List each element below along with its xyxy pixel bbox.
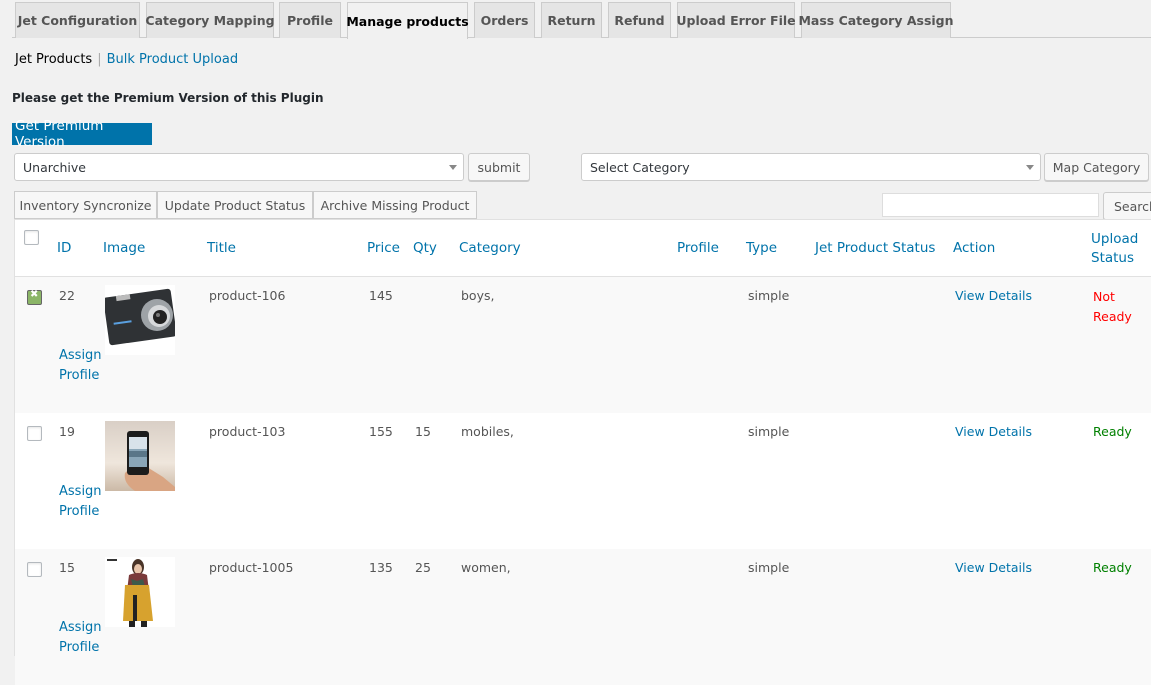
bulk-action-select[interactable]: Unarchive: [14, 153, 464, 181]
row-type: simple: [748, 288, 790, 303]
subnav-jet-products[interactable]: Jet Products: [15, 52, 92, 67]
upload-status-badge: Not Ready: [1093, 289, 1132, 324]
row-price: 145: [369, 288, 393, 303]
column-price[interactable]: Price: [367, 240, 400, 256]
tab-orders[interactable]: Orders: [474, 2, 535, 38]
chevron-down-icon: [1026, 165, 1034, 170]
column-jet-product-status[interactable]: Jet Product Status: [815, 240, 935, 256]
subnav-bulk-product-upload[interactable]: Bulk Product Upload: [107, 52, 238, 67]
table-row: 15 Assign Profile product-1005 135 25 wom…: [15, 549, 1151, 685]
row-type: simple: [748, 560, 790, 575]
product-image-phone: [105, 421, 175, 491]
row-price: 155: [369, 424, 393, 439]
category-select[interactable]: Select Category: [581, 153, 1041, 181]
assign-profile-link[interactable]: Assign Profile: [59, 482, 102, 522]
row-category: boys,: [461, 288, 495, 303]
row-checkbox[interactable]: [27, 426, 42, 441]
tab-return[interactable]: Return: [541, 2, 602, 38]
submit-button[interactable]: submit: [468, 153, 530, 181]
column-qty[interactable]: Qty: [413, 240, 437, 256]
column-upload-status-line1: Upload: [1091, 231, 1139, 247]
row-category: mobiles,: [461, 424, 514, 439]
subnav-separator: |: [97, 52, 102, 67]
tab-jet-configuration[interactable]: Jet Configuration: [15, 2, 140, 38]
row-qty: 15: [415, 424, 431, 439]
search-button[interactable]: Search: [1103, 192, 1151, 220]
column-action: Action: [953, 240, 996, 256]
view-details-link[interactable]: View Details: [955, 288, 1032, 303]
table-row: 22 AssignProfile product-106 145 boys, s…: [15, 277, 1151, 413]
product-image-camera: [105, 285, 175, 355]
column-title[interactable]: Title: [207, 240, 236, 256]
archive-missing-product-button[interactable]: Archive Missing Product: [313, 191, 477, 219]
row-checkbox[interactable]: [27, 289, 42, 305]
row-title: product-103: [209, 424, 286, 439]
tab-refund[interactable]: Refund: [608, 2, 671, 38]
assign-profile-link[interactable]: Assign Profile: [59, 346, 102, 386]
tab-bar: Jet Configuration Category Mapping Profi…: [12, 0, 1151, 39]
column-category[interactable]: Category: [459, 240, 521, 256]
upload-status-badge: Ready: [1093, 424, 1132, 439]
row-qty: 25: [415, 560, 431, 575]
get-premium-button[interactable]: Get Premium Version: [12, 118, 152, 150]
row-category: women,: [461, 560, 511, 575]
table-header: ID Image Title Price Qty Category Profil…: [15, 220, 1151, 277]
column-profile[interactable]: Profile: [677, 240, 719, 256]
row-title: product-1005: [209, 560, 294, 575]
product-image-woman: [105, 557, 175, 627]
map-category-button[interactable]: Map Category: [1044, 153, 1149, 181]
row-id: 19: [59, 424, 75, 439]
select-all-checkbox[interactable]: [24, 230, 39, 245]
row-checkbox[interactable]: [27, 562, 42, 577]
row-type: simple: [748, 424, 790, 439]
tab-mass-category-assign[interactable]: Mass Category Assign: [798, 2, 954, 38]
row-price: 135: [369, 560, 393, 575]
category-select-value: Select Category: [590, 159, 690, 175]
view-details-link[interactable]: View Details: [955, 424, 1032, 439]
column-type[interactable]: Type: [746, 240, 777, 256]
inventory-syncronize-button[interactable]: Inventory Syncronize: [14, 191, 157, 219]
column-upload-status-line2: Status: [1091, 250, 1135, 266]
column-id[interactable]: ID: [57, 240, 71, 256]
upload-status-badge: Ready: [1093, 560, 1132, 575]
column-image: Image: [103, 240, 146, 256]
row-title: product-106: [209, 288, 286, 303]
chevron-down-icon: [449, 165, 457, 170]
row-id: 15: [59, 560, 75, 575]
tab-category-mapping[interactable]: Category Mapping: [145, 2, 275, 38]
view-details-link[interactable]: View Details: [955, 560, 1032, 575]
table-row: 19 Assign Profile product-103 155 15 mob…: [15, 413, 1151, 549]
column-upload-status[interactable]: Upload Status: [1091, 230, 1138, 268]
bulk-action-value: Unarchive: [23, 159, 86, 175]
update-product-status-button[interactable]: Update Product Status: [157, 191, 313, 219]
row-id: 22: [59, 288, 75, 303]
premium-notice: Please get the Premium Version of this P…: [12, 91, 324, 105]
assign-profile-link[interactable]: Assign Profile: [59, 618, 102, 658]
tab-profile[interactable]: Profile: [279, 2, 341, 38]
search-input[interactable]: [882, 193, 1099, 217]
tab-upload-error-file[interactable]: Upload Error File: [676, 2, 796, 38]
sub-navigation: Jet Products | Bulk Product Upload: [15, 52, 238, 67]
tab-manage-products[interactable]: Manage products: [346, 2, 469, 39]
products-table: ID Image Title Price Qty Category Profil…: [14, 219, 1151, 685]
